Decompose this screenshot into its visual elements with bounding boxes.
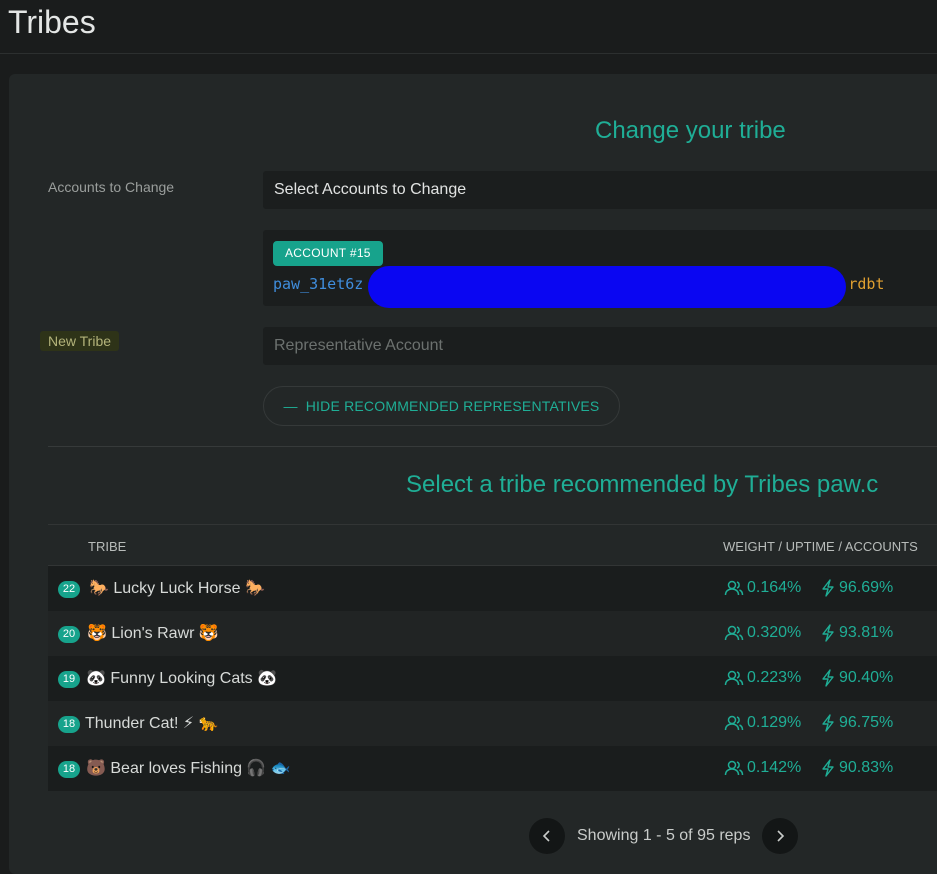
tribe-name: 🐼 Funny Looking Cats 🐼 [86, 670, 278, 687]
lightning-icon [822, 759, 834, 777]
users-icon [724, 760, 744, 776]
table-row[interactable]: 18 Thunder Cat! ⚡ 🐆 0.129% 96.75% [48, 701, 937, 746]
lightning-icon [822, 669, 834, 687]
weight-stat: 0.223% [724, 669, 801, 687]
account-badge: ACCOUNT #15 [273, 241, 383, 266]
weight-value: 0.142% [747, 759, 802, 776]
weight-stat: 0.164% [724, 579, 801, 597]
chevron-left-icon [542, 830, 550, 842]
rank-badge: 22 [58, 581, 80, 598]
recommended-title: Select a tribe recommended by Tribes paw… [406, 471, 879, 498]
accounts-to-change-label: Accounts to Change [48, 179, 175, 195]
weight-value: 0.129% [747, 714, 802, 731]
weight-value: 0.164% [747, 579, 802, 596]
redaction-mark [368, 266, 846, 308]
users-icon [724, 625, 744, 641]
page-title: Tribes [8, 4, 96, 40]
next-page-button[interactable] [762, 818, 799, 854]
weight-stat: 0.129% [724, 714, 801, 732]
tribe-name: Thunder Cat! ⚡ 🐆 [85, 715, 219, 732]
uptime-value: 90.83% [839, 759, 894, 776]
hide-recommended-label: HIDE RECOMMENDED REPRESENTATIVES [305, 398, 600, 414]
column-tribe: TRIBE [88, 539, 127, 554]
rank-badge: 18 [58, 761, 80, 778]
new-tribe-label: New Tribe [40, 331, 120, 351]
table-row[interactable]: 22 🐎 Lucky Luck Horse 🐎 0.164% 96.69% [48, 566, 937, 611]
table-row[interactable]: 18 🐻 Bear loves Fishing 🎧 🐟 0.142% 90.83… [48, 746, 937, 791]
weight-value: 0.223% [747, 669, 802, 686]
tribe-name: 🐎 Lucky Luck Horse 🐎 [89, 580, 265, 597]
chevron-right-icon [777, 830, 785, 842]
page-header: Tribes [0, 0, 937, 54]
pagination: Showing 1 - 5 of 95 reps [529, 818, 799, 854]
uptime-value: 93.81% [839, 624, 894, 641]
previous-page-button[interactable] [529, 818, 565, 854]
users-icon [724, 715, 744, 731]
rank-badge: 20 [58, 626, 80, 643]
uptime-stat: 93.81% [820, 624, 893, 642]
section-divider [48, 446, 937, 447]
address-start: paw_31et6z [273, 275, 364, 293]
lightning-icon [822, 624, 834, 642]
tribe-name: 🐯 Lion's Rawr 🐯 [87, 625, 219, 642]
uptime-stat: 90.83% [820, 759, 893, 777]
accounts-select[interactable]: Select Accounts to Change [263, 171, 937, 209]
uptime-value: 96.69% [839, 579, 894, 596]
rank-badge: 18 [58, 716, 80, 733]
address-end: rdbt [848, 275, 885, 293]
minus-icon: — [283, 398, 298, 414]
recommended-table: TRIBE WEIGHT / UPTIME / ACCOUNTS 22 🐎 Lu… [48, 524, 937, 791]
users-icon [724, 670, 744, 686]
selected-account-box: ACCOUNT #15 paw_31et6z rdbt [263, 230, 937, 308]
uptime-stat: 96.75% [820, 714, 893, 732]
uptime-value: 90.40% [839, 669, 894, 686]
weight-stat: 0.142% [724, 759, 801, 777]
uptime-stat: 96.69% [820, 579, 893, 597]
representative-account-input[interactable] [263, 327, 937, 365]
table-header: TRIBE WEIGHT / UPTIME / ACCOUNTS [48, 524, 937, 566]
uptime-value: 96.75% [839, 714, 894, 731]
column-stats: WEIGHT / UPTIME / ACCOUNTS [723, 539, 918, 554]
weight-value: 0.320% [747, 624, 802, 641]
uptime-stat: 90.40% [820, 669, 893, 687]
change-tribe-title: Change your tribe [595, 117, 786, 144]
rank-badge: 19 [58, 671, 80, 688]
weight-stat: 0.320% [724, 624, 801, 642]
table-row[interactable]: 19 🐼 Funny Looking Cats 🐼 0.223% 90.40% [48, 656, 937, 701]
lightning-icon [822, 714, 834, 732]
lightning-icon [822, 579, 834, 597]
new-tribe-label-text: New Tribe [40, 331, 120, 351]
hide-recommended-button[interactable]: — HIDE RECOMMENDED REPRESENTATIVES [263, 386, 620, 426]
tribe-name: 🐻 Bear loves Fishing 🎧 🐟 [86, 760, 291, 777]
users-icon [724, 580, 744, 596]
pagination-text: Showing 1 - 5 of 95 reps [577, 827, 751, 844]
table-row[interactable]: 20 🐯 Lion's Rawr 🐯 0.320% 93.81% [48, 611, 937, 656]
